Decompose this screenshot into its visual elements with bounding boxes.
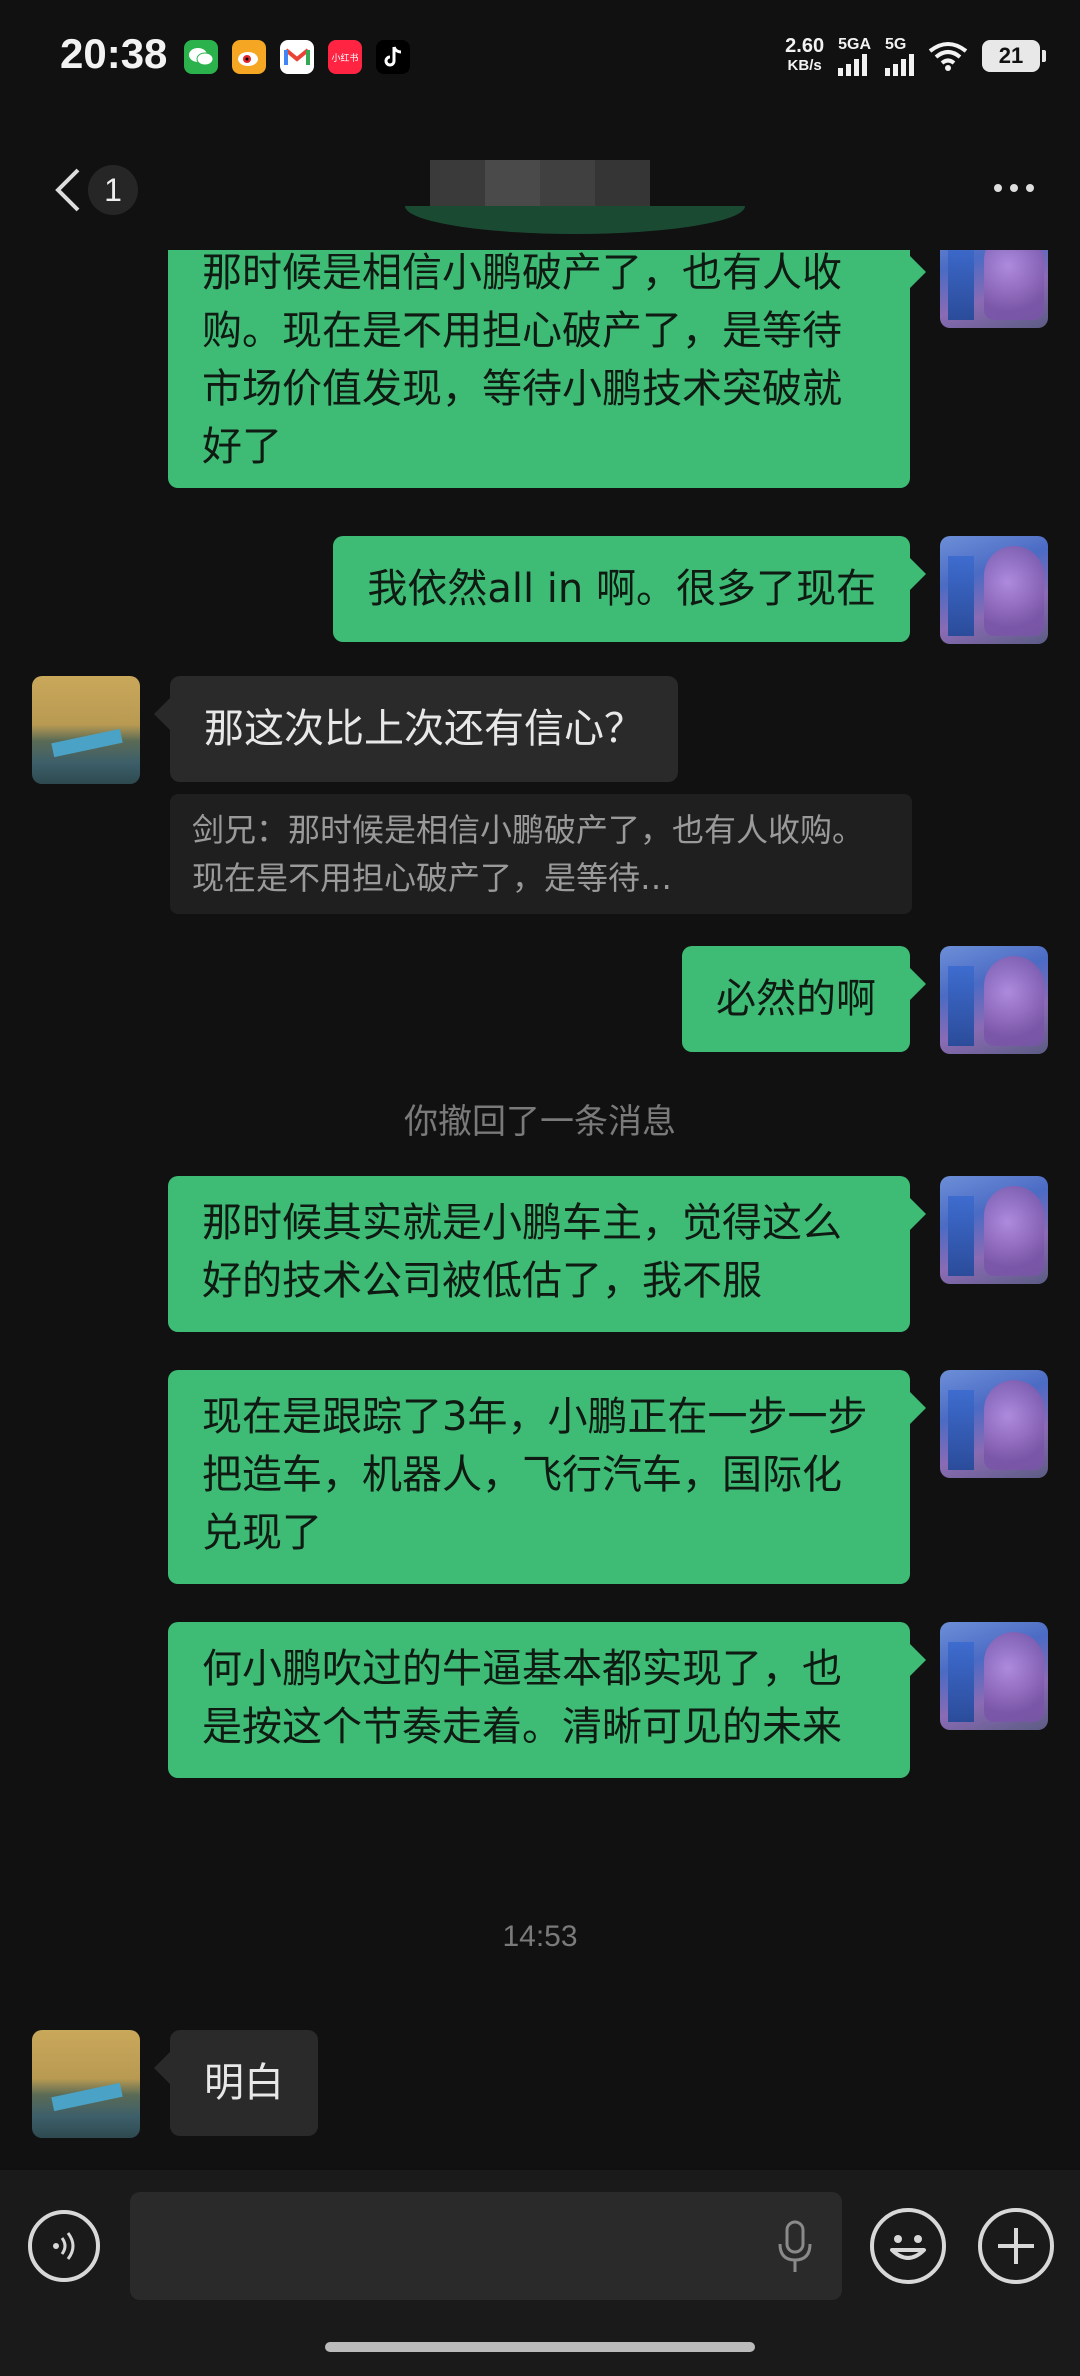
add-attachment-button[interactable]: [978, 2208, 1054, 2284]
emoji-button[interactable]: [870, 2208, 946, 2284]
contact-avatar[interactable]: [32, 676, 140, 784]
my-avatar[interactable]: [940, 536, 1048, 644]
home-indicator[interactable]: [325, 2342, 755, 2352]
my-message-bubble[interactable]: 何小鹏吹过的牛逼基本都实现了，也是按这个节奏走着。清晰可见的未来: [168, 1622, 926, 1778]
unread-count-badge[interactable]: 1: [88, 165, 138, 215]
signal-5g: 5G: [885, 36, 914, 76]
more-options-icon[interactable]: [984, 168, 1044, 208]
quoted-message[interactable]: 剑兄：那时候是相信小鹏破产了，也有人收购。现在是不用担心破产了，是等待…: [170, 794, 912, 914]
signal-bars-icon: [885, 54, 914, 76]
wifi-icon: [928, 42, 968, 71]
contact-message-bubble[interactable]: 明白: [154, 2030, 318, 2136]
message-input[interactable]: [130, 2192, 842, 2300]
signal-bars-icon: [838, 54, 868, 76]
contact-avatar[interactable]: [32, 2030, 140, 2138]
signal-5g-label: 5G: [885, 36, 907, 53]
my-message-bubble[interactable]: 那时候其实就是小鹏车主，觉得这么好的技术公司被低估了，我不服: [168, 1176, 926, 1332]
gmail-icon: [280, 40, 314, 74]
my-message-bubble[interactable]: 那时候是相信小鹏破产了，也有人收购。现在是不用担心破产了，是等待市场价值发现，等…: [168, 250, 926, 488]
network-speed-unit: KB/s: [787, 57, 822, 74]
microphone-icon[interactable]: [770, 2218, 820, 2278]
my-avatar[interactable]: [940, 250, 1048, 328]
message-timestamp: 14:53: [502, 1920, 578, 1953]
my-avatar[interactable]: [940, 946, 1048, 1054]
signal-5ga-label: 5GA: [838, 36, 871, 53]
my-message-bubble[interactable]: 必然的啊: [682, 946, 926, 1052]
smile-icon: [890, 2235, 926, 2260]
message-list[interactable]: 那时候是相信小鹏破产了，也有人收购。现在是不用担心破产了，是等待市场价值发现，等…: [0, 250, 1080, 2170]
notification-icons: 小红书: [184, 40, 410, 74]
signal-5ga: 5GA: [838, 36, 871, 76]
wechat-icon: [184, 40, 218, 74]
xiaohongshu-label: 小红书: [331, 52, 359, 63]
my-message-bubble[interactable]: 现在是跟踪了3年，小鹏正在一步一步把造车，机器人，飞行汽车，国际化兑现了: [168, 1370, 926, 1584]
my-avatar[interactable]: [940, 1370, 1048, 1478]
weibo-icon: [232, 40, 266, 74]
header-decoration: [405, 206, 745, 234]
xiaohongshu-icon: 小红书: [328, 40, 362, 74]
status-bar: 20:38 小红书 2.60 KB/s 5GA 5G 21: [0, 0, 1080, 120]
my-avatar[interactable]: [940, 1622, 1048, 1730]
chat-header: 1: [0, 140, 1080, 250]
contact-message-bubble[interactable]: 那这次比上次还有信心？: [154, 676, 678, 782]
my-avatar[interactable]: [940, 1176, 1048, 1284]
status-time: 20:38: [60, 30, 168, 77]
my-message-bubble[interactable]: 我依然all in 啊。很多了现在: [333, 536, 926, 642]
recalled-message-notice: 你撤回了一条消息: [404, 1102, 676, 1142]
tiktok-icon: [376, 40, 410, 74]
network-speed-value: 2.60: [785, 35, 825, 57]
voice-wave-icon: [53, 2232, 75, 2260]
battery-indicator: 21: [982, 40, 1046, 72]
voice-mode-button[interactable]: [28, 2210, 100, 2282]
network-speed: 2.60 KB/s: [785, 36, 824, 76]
system-status-icons: 2.60 KB/s 5GA 5G 21: [785, 36, 1046, 76]
